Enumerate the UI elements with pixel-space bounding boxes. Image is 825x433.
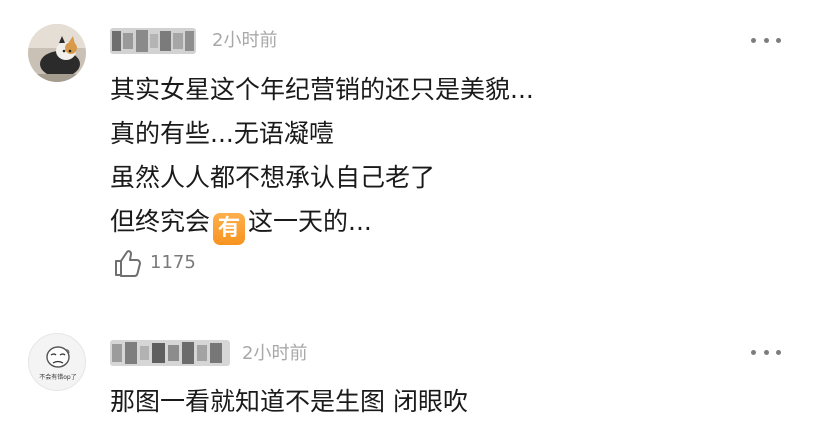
more-options-button[interactable] <box>751 348 781 356</box>
sad-face-sticker-icon: 不会有错op了 <box>39 346 77 381</box>
comment-item: 2小时前 其实女星这个年纪营销的还只是美貌... 真的有些...无语凝噎 虽然人… <box>0 0 825 310</box>
timestamp: 2小时前 <box>242 343 308 364</box>
comment-text: 那图一看就知道不是生图 闭眼吹 <box>110 382 468 426</box>
more-options-button[interactable] <box>751 36 781 44</box>
comment-text: 其实女星这个年纪营销的还只是美貌... 真的有些...无语凝噎 虽然人人都不想承… <box>110 70 534 246</box>
comment-line: 那图一看就知道不是生图 闭眼吹 <box>110 387 468 416</box>
avatar-caption: 不会有错op了 <box>39 373 76 381</box>
avatar[interactable] <box>28 24 86 82</box>
more-horizontal-icon <box>751 349 756 355</box>
comment-list: 2小时前 其实女星这个年纪营销的还只是美貌... 真的有些...无语凝噎 虽然人… <box>0 0 825 433</box>
username-blurred[interactable] <box>110 28 196 54</box>
timestamp: 2小时前 <box>212 30 278 51</box>
like-count: 1175 <box>150 252 196 273</box>
comment-item: 不会有错op了 2小时前 那图一看就知道不是生图 闭眼吹 <box>0 318 825 433</box>
more-horizontal-icon <box>751 37 756 43</box>
comment-line: 其实女星这个年纪营销的还只是美貌... <box>110 75 534 104</box>
cat-photo-icon <box>28 24 86 82</box>
like-button[interactable]: 1175 <box>112 248 196 278</box>
thumbs-up-icon <box>115 250 141 277</box>
username-blurred[interactable] <box>110 340 230 366</box>
comment-line: 真的有些...无语凝噎 <box>110 119 334 148</box>
avatar[interactable]: 不会有错op了 <box>28 333 86 391</box>
comment-line: 但终究会有这一天的... <box>110 202 534 246</box>
you-emoji-icon: 有 <box>213 213 246 245</box>
comment-line: 虽然人人都不想承认自己老了 <box>110 163 436 192</box>
